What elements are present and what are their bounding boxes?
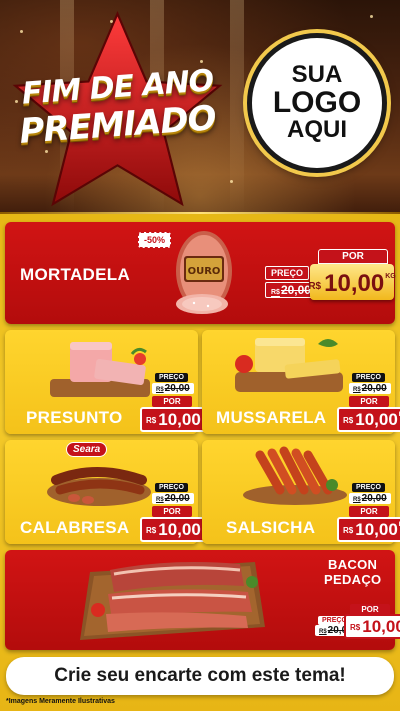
cta-text: Crie seu encarte com este tema! bbox=[54, 665, 346, 686]
mortadela-por-label: POR bbox=[318, 249, 388, 264]
discount-badge: -50% bbox=[138, 232, 172, 248]
logo-text-line-2: LOGO bbox=[272, 85, 362, 119]
mussarela-image bbox=[230, 332, 348, 402]
presunto-por-label: POR bbox=[152, 396, 192, 407]
currency-symbol: R$ bbox=[343, 416, 354, 425]
salsicha-image bbox=[240, 445, 350, 507]
mussarela-preco-label: PREÇO bbox=[352, 373, 385, 382]
new-price-value: 10,00 bbox=[355, 410, 398, 429]
salsicha-old-price: R$20,00 bbox=[349, 493, 391, 504]
currency-symbol: R$ bbox=[271, 289, 280, 296]
flyer-page: FIM DE ANO PREMIADO SUA LOGO AQUI MORTAD… bbox=[0, 0, 400, 711]
new-price-value: 10,00 bbox=[158, 520, 201, 539]
currency-symbol: R$ bbox=[146, 416, 157, 425]
currency-symbol: R$ bbox=[156, 387, 164, 393]
currency-symbol: R$ bbox=[353, 497, 361, 503]
salsicha-por-label: POR bbox=[349, 506, 389, 517]
currency-symbol: R$ bbox=[156, 497, 164, 503]
cta-banner[interactable]: Crie seu encarte com este tema! bbox=[6, 657, 394, 695]
currency-symbol: R$ bbox=[353, 387, 361, 393]
presunto-preco-label: PREÇO bbox=[155, 373, 188, 382]
new-price-value: 10,00 bbox=[324, 270, 385, 297]
old-price-value: 20,00 bbox=[164, 383, 190, 394]
currency-symbol: R$ bbox=[350, 623, 361, 632]
new-price-value: 10,00 bbox=[362, 617, 400, 636]
product-name-bacon-line-1: BACON bbox=[328, 557, 378, 572]
mussarela-old-price: R$20,00 bbox=[349, 383, 391, 394]
mortadela-preco-label: PREÇO bbox=[265, 266, 310, 280]
old-price-value: 20,00 bbox=[164, 493, 190, 504]
mussarela-por-label: POR bbox=[349, 396, 389, 407]
calabresa-old-price: R$20,00 bbox=[152, 493, 194, 504]
old-price-value: 20,00 bbox=[361, 493, 387, 504]
calabresa-por-label: POR bbox=[152, 506, 192, 517]
bacon-new-price: R$ 10,00 KG bbox=[344, 614, 400, 639]
product-name-calabresa: CALABRESA bbox=[20, 518, 130, 537]
salsicha-preco-label: PREÇO bbox=[352, 483, 385, 492]
product-name-mussarela: MUSSARELA bbox=[216, 408, 327, 427]
product-name-salsicha: SALSICHA bbox=[226, 518, 316, 537]
disclaimer-text: *Imagens Meramente Ilustrativas bbox=[6, 698, 115, 705]
sparkle bbox=[230, 180, 233, 183]
new-price-value: 10,00 bbox=[158, 410, 201, 429]
currency-symbol: R$ bbox=[146, 526, 157, 535]
calabresa-preco-label: PREÇO bbox=[155, 483, 188, 492]
new-price-value: 10,00 bbox=[355, 520, 398, 539]
currency-symbol: R$ bbox=[343, 526, 354, 535]
presunto-old-price: R$20,00 bbox=[152, 383, 194, 394]
bacon-image bbox=[70, 552, 270, 647]
logo-placeholder: SUA LOGO AQUI bbox=[247, 33, 387, 173]
mortadela-new-price: R$ 10,00 KG bbox=[308, 264, 396, 300]
old-price-value: 20,00 bbox=[361, 383, 387, 394]
mortadela-image: OURO bbox=[168, 226, 240, 321]
light-beam bbox=[230, 0, 244, 218]
calabresa-brand-logo: Seara bbox=[66, 442, 108, 457]
logo-text-line-1: SUA bbox=[291, 61, 343, 89]
header-banner: FIM DE ANO PREMIADO SUA LOGO AQUI bbox=[0, 0, 400, 218]
currency-symbol: R$ bbox=[308, 281, 322, 292]
currency-symbol: R$ bbox=[319, 629, 327, 635]
product-name-mortadela: MORTADELA bbox=[20, 265, 131, 284]
mussarela-new-price: R$ 10,00 KG bbox=[337, 407, 400, 432]
sparkle bbox=[370, 15, 373, 18]
presunto-image bbox=[40, 334, 160, 404]
unit-label: KG bbox=[385, 273, 396, 280]
product-name-bacon-line-2: PEDAÇO bbox=[324, 572, 382, 587]
logo-text-line-3: AQUI bbox=[287, 116, 347, 144]
salsicha-new-price: R$ 10,00 KG bbox=[337, 517, 400, 542]
mortadela-brand-label: OURO bbox=[188, 266, 221, 277]
old-price-value: 20,00 bbox=[280, 283, 311, 297]
product-name-presunto: PRESUNTO bbox=[26, 408, 123, 427]
